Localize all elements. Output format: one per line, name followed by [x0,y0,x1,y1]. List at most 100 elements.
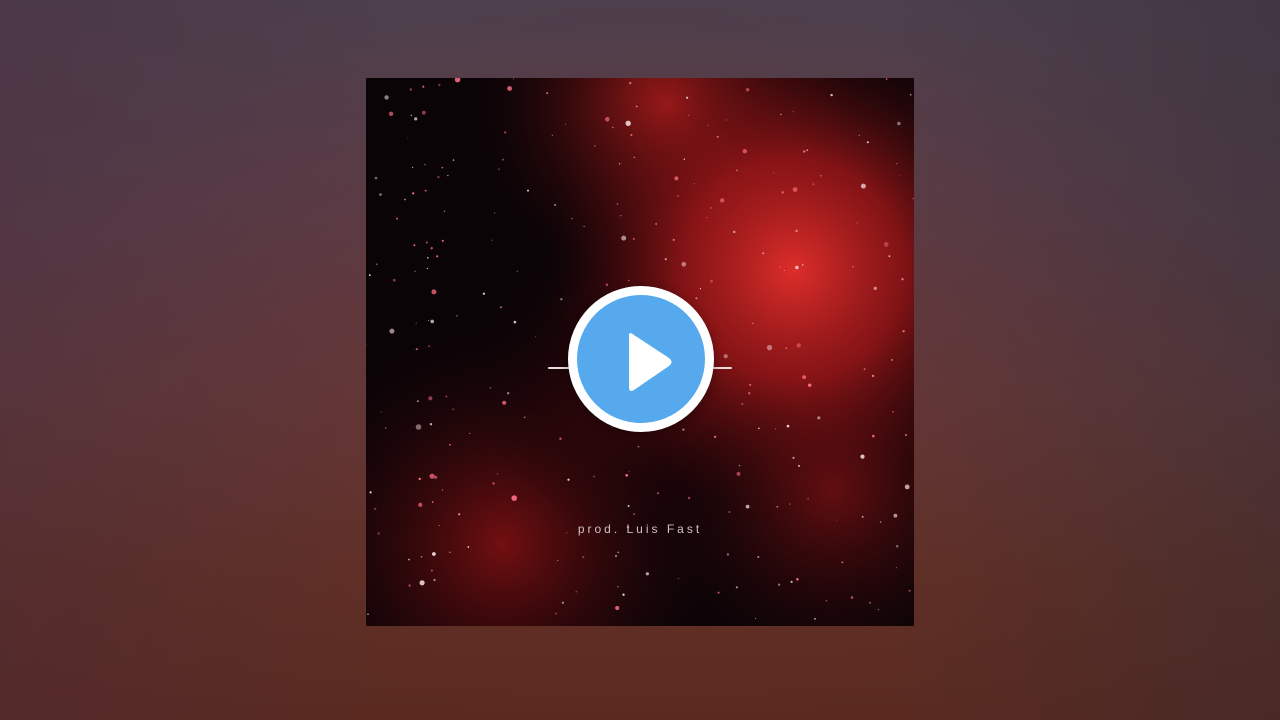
star [807,497,809,500]
star [424,189,427,192]
star [616,203,619,205]
star [469,432,471,435]
star [745,504,750,509]
star [449,443,451,446]
star [790,580,793,583]
star [612,126,614,129]
star [374,507,377,510]
star [441,239,444,242]
star [430,319,434,324]
star [860,454,865,459]
star [773,172,775,174]
star [706,216,708,219]
star [625,120,631,126]
star [629,81,632,85]
star [561,601,564,604]
star [796,578,799,581]
star [883,242,889,247]
star [836,519,838,521]
star [420,556,423,558]
star [620,215,622,217]
star [415,424,422,430]
star [554,204,556,206]
star [895,567,898,569]
star [628,279,630,282]
star [632,237,635,240]
star [738,464,741,467]
star [775,428,777,430]
star [825,599,828,602]
star [752,322,754,325]
star [388,111,394,116]
star [504,131,507,134]
star [861,515,864,518]
star [513,320,517,324]
star [699,288,701,290]
star [625,474,628,477]
star [491,239,493,241]
star [726,553,730,556]
star [375,263,378,266]
star [452,408,455,411]
star [749,383,752,386]
star [605,117,610,122]
star [852,266,854,268]
star [421,110,426,115]
star [808,383,812,387]
star [633,156,635,159]
star [429,423,433,426]
star [858,134,860,137]
star [502,400,507,405]
star [404,198,406,201]
star [633,513,635,515]
star [909,93,912,96]
star [415,322,417,324]
star [873,286,877,290]
star [501,158,504,161]
star [430,247,433,250]
star [681,262,687,267]
star [498,168,500,170]
star [871,374,875,378]
play-button-face[interactable] [577,295,705,423]
star [757,556,760,558]
star [841,561,844,564]
star [664,258,667,261]
star [438,83,441,87]
star [452,159,455,161]
star [379,193,382,196]
star [693,183,695,185]
star [431,501,434,503]
star [560,298,563,301]
star [546,92,549,95]
play-icon [629,333,672,391]
star [628,471,630,473]
star [893,513,898,518]
star [396,217,398,220]
star [367,613,369,615]
star [720,198,725,203]
star [593,475,595,478]
star [617,586,619,588]
star [411,166,414,169]
star [803,150,806,153]
star [901,278,904,281]
star [555,612,558,615]
star [897,121,901,126]
star [904,433,908,437]
star [789,503,791,505]
star [748,392,751,395]
star [776,505,779,508]
star [418,477,421,481]
star [407,137,409,139]
star [714,435,717,438]
star [735,586,738,589]
star [856,222,858,224]
star [745,88,750,92]
star [830,93,833,97]
play-button[interactable] [568,286,714,432]
star [571,217,573,220]
star [413,244,416,247]
star [710,279,713,283]
star [412,192,415,195]
